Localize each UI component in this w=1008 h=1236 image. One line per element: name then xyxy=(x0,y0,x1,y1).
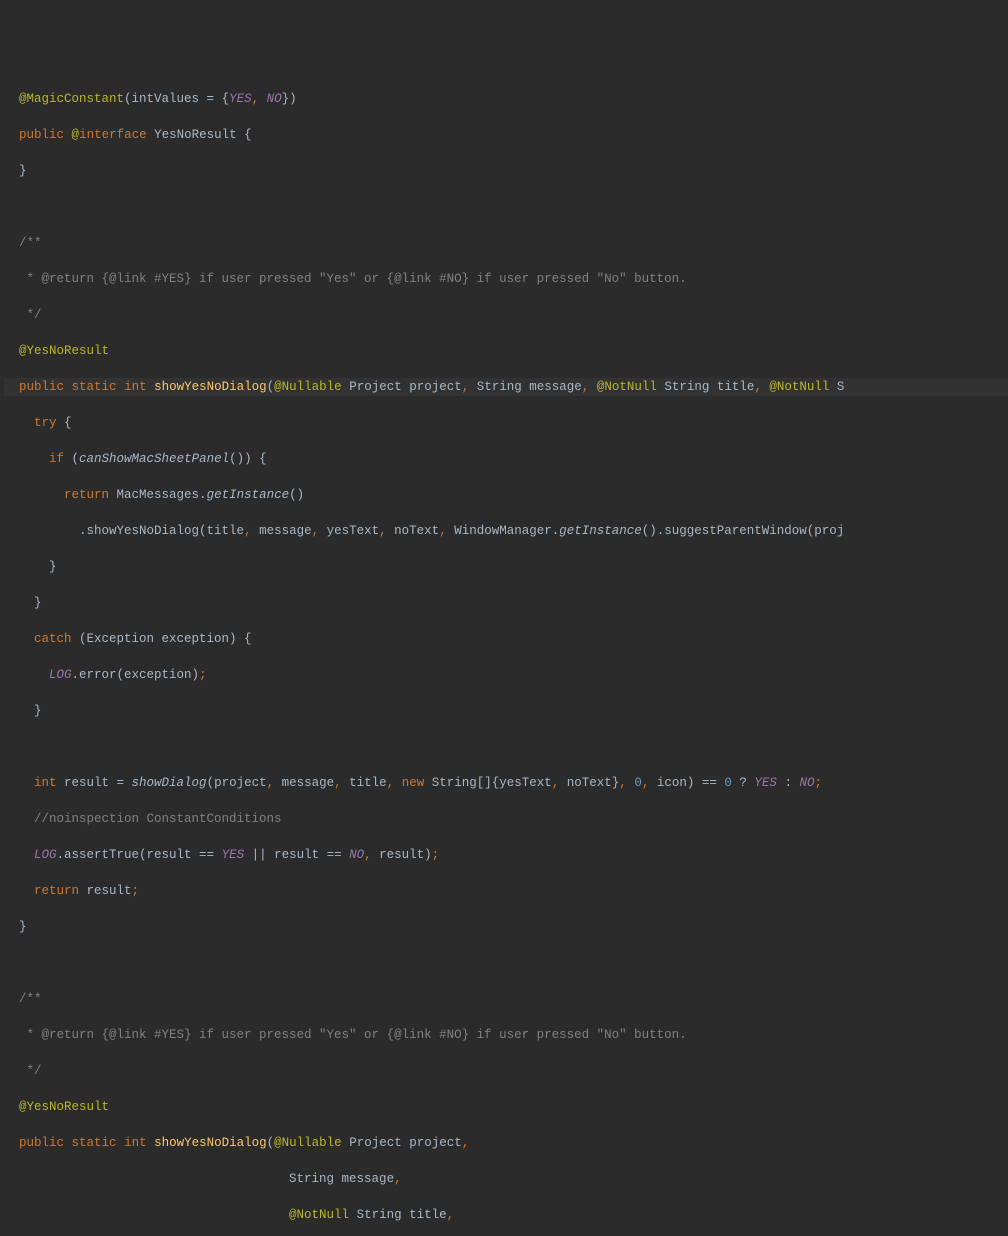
code-line: */ xyxy=(4,1062,1008,1080)
code-line: @NotNull String title, xyxy=(4,1206,1008,1224)
code-line xyxy=(4,198,1008,216)
code-line: LOG.error(exception); xyxy=(4,666,1008,684)
code-line: LOG.assertTrue(result == YES || result =… xyxy=(4,846,1008,864)
code-line: */ xyxy=(4,306,1008,324)
code-line xyxy=(4,954,1008,972)
code-line: return MacMessages.getInstance() xyxy=(4,486,1008,504)
code-line: public static int showYesNoDialog(@Nulla… xyxy=(4,1134,1008,1152)
code-line xyxy=(4,738,1008,756)
code-line: } xyxy=(4,702,1008,720)
code-line: } xyxy=(4,162,1008,180)
code-line: /** xyxy=(4,990,1008,1008)
code-line: * @return {@link #YES} if user pressed "… xyxy=(4,270,1008,288)
code-line: try { xyxy=(4,414,1008,432)
code-line: @YesNoResult xyxy=(4,342,1008,360)
code-line: @MagicConstant(intValues = {YES, NO}) xyxy=(4,90,1008,108)
code-line: catch (Exception exception) { xyxy=(4,630,1008,648)
code-line: return result; xyxy=(4,882,1008,900)
code-line: int result = showDialog(project, message… xyxy=(4,774,1008,792)
code-line: .showYesNoDialog(title, message, yesText… xyxy=(4,522,1008,540)
code-line: String message, xyxy=(4,1170,1008,1188)
code-line: } xyxy=(4,594,1008,612)
code-line: if (canShowMacSheetPanel()) { xyxy=(4,450,1008,468)
code-line: //noinspection ConstantConditions xyxy=(4,810,1008,828)
code-editor[interactable]: @MagicConstant(intValues = {YES, NO}) pu… xyxy=(0,72,1008,1236)
code-line: } xyxy=(4,918,1008,936)
code-line: @YesNoResult xyxy=(4,1098,1008,1116)
current-line: public static int showYesNoDialog(@Nulla… xyxy=(4,378,1008,396)
annotation: @MagicConstant xyxy=(19,92,124,106)
code-line: * @return {@link #YES} if user pressed "… xyxy=(4,1026,1008,1044)
code-line: /** xyxy=(4,234,1008,252)
code-line: } xyxy=(4,558,1008,576)
code-line: public @interface YesNoResult { xyxy=(4,126,1008,144)
